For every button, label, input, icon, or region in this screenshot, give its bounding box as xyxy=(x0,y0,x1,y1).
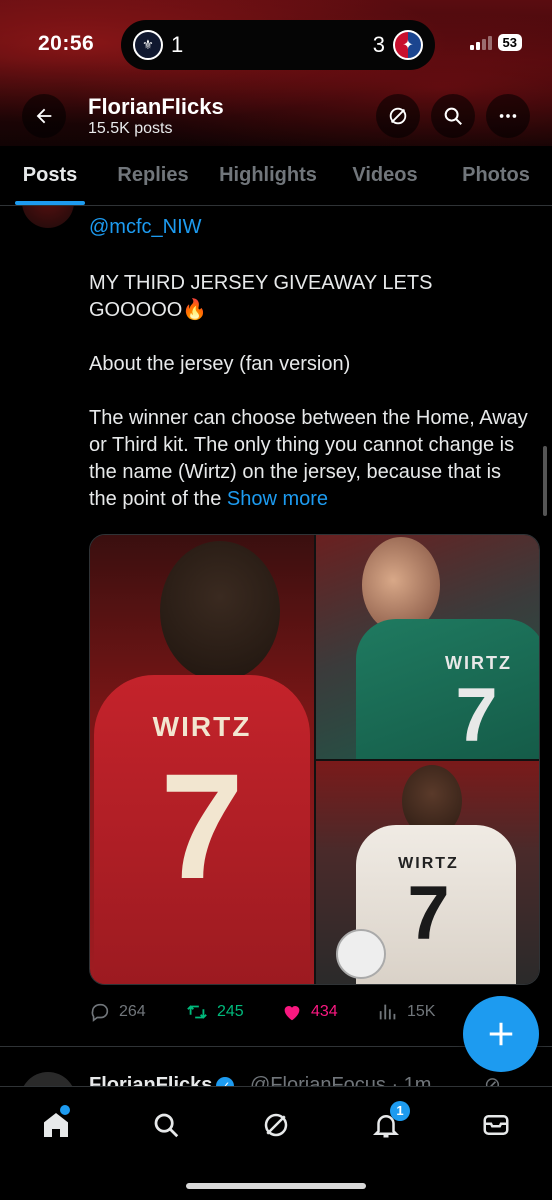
tab-posts[interactable]: Posts xyxy=(0,146,100,205)
reply-count: 264 xyxy=(119,1003,146,1020)
post-actions: 264 245 434 15K xyxy=(89,998,529,1026)
next-post-author[interactable]: FlorianFlicks ✓ xyxy=(89,1074,235,1086)
avatar[interactable] xyxy=(20,1072,76,1086)
views-bar-chart-icon xyxy=(379,1004,396,1020)
post-media-grid[interactable]: WIRTZ 7 WIRTZ 7 WIRTZ 7 xyxy=(89,534,540,985)
tab-photos[interactable]: Photos xyxy=(440,146,552,205)
nav-home[interactable] xyxy=(36,1105,76,1145)
search-button[interactable] xyxy=(431,94,475,138)
view-count: 15K xyxy=(407,1003,436,1020)
arrow-left-icon xyxy=(36,108,52,124)
notifications-badge: 1 xyxy=(390,1101,410,1121)
verified-badge-icon: ✓ xyxy=(216,1076,235,1086)
grok-icon[interactable]: ⊘ xyxy=(484,1072,501,1086)
status-bar: 20:56 ⚜ 1 3 ✦ 53 xyxy=(0,18,552,72)
profile-header-bar: FlorianFlicks 15.5K posts xyxy=(0,94,552,138)
like-count: 434 xyxy=(311,1003,338,1020)
status-time: 20:56 xyxy=(38,32,95,55)
search-icon xyxy=(444,107,462,125)
post-paragraph-truncated: The winner can choose between the Home, … xyxy=(89,405,529,513)
tab-replies[interactable]: Replies xyxy=(100,146,206,205)
reply-bubble-icon xyxy=(91,1003,109,1022)
home-indicator[interactable] xyxy=(186,1183,366,1189)
reply-button[interactable]: 264 xyxy=(89,1001,185,1023)
media-photo-third-kit[interactable]: WIRTZ 7 xyxy=(316,535,539,759)
battery-icon: 53 xyxy=(497,34,522,51)
nav-grok[interactable] xyxy=(256,1105,296,1145)
nav-notifications[interactable]: 1 xyxy=(366,1101,410,1145)
new-posts-dot xyxy=(60,1105,70,1115)
media-photo-away-kit[interactable]: WIRTZ 7 xyxy=(316,761,539,984)
grok-icon xyxy=(389,107,407,125)
tottenham-crest-icon: ⚜ xyxy=(133,30,163,60)
post-paragraph: About the jersey (fan version) xyxy=(89,353,351,375)
media-photo-home-kit[interactable]: WIRTZ 7 xyxy=(90,535,314,984)
repost-icon xyxy=(187,1005,207,1019)
profile-tabs: Posts Replies Highlights Videos Photos xyxy=(0,146,552,206)
repost-button[interactable]: 245 xyxy=(185,1001,281,1023)
views-button[interactable]: 15K xyxy=(377,1001,473,1023)
grok-button[interactable] xyxy=(376,94,420,138)
post-text: MY THIRD JERSEY GIVEAWAY LETS GOOOOO🔥 Ab… xyxy=(89,270,529,513)
crystal-palace-crest-icon: ✦ xyxy=(393,30,423,60)
tab-videos[interactable]: Videos xyxy=(330,146,440,205)
search-icon xyxy=(154,1113,179,1138)
heart-filled-icon xyxy=(284,1006,300,1021)
more-options-button[interactable] xyxy=(486,94,530,138)
home-team: ⚜ 1 xyxy=(133,30,183,60)
post-feed[interactable]: @mcfc_NIW MY THIRD JERSEY GIVEAWAY LETS … xyxy=(0,206,552,1086)
away-team: 3 ✦ xyxy=(373,30,423,60)
avatar[interactable] xyxy=(22,206,74,228)
jersey-number-text: 7 xyxy=(455,673,498,758)
back-button[interactable] xyxy=(22,94,66,138)
profile-name: FlorianFlicks xyxy=(88,94,224,119)
mention-link[interactable]: @mcfc_NIW xyxy=(89,216,202,239)
envelope-icon xyxy=(483,1115,509,1135)
like-button[interactable]: 434 xyxy=(281,1001,377,1023)
nav-messages[interactable] xyxy=(476,1105,516,1145)
bottom-navigation: 1 xyxy=(0,1086,552,1200)
more-dots-icon xyxy=(499,114,517,118)
tab-highlights[interactable]: Highlights xyxy=(206,146,330,205)
football-ball xyxy=(336,929,386,979)
compose-post-button[interactable] xyxy=(463,996,539,1072)
home-score: 1 xyxy=(171,32,184,57)
author-name: FlorianFlicks xyxy=(89,1074,213,1086)
plus-icon xyxy=(489,1022,513,1046)
post-paragraph: MY THIRD JERSEY GIVEAWAY LETS GOOOOO🔥 xyxy=(89,272,433,321)
jersey-name-text: WIRTZ xyxy=(152,711,252,742)
scrollbar[interactable] xyxy=(543,446,547,516)
nav-search[interactable] xyxy=(146,1105,186,1145)
repost-count: 245 xyxy=(217,1003,244,1020)
live-activity-score[interactable]: ⚜ 1 3 ✦ xyxy=(121,20,435,70)
cellular-signal-icon xyxy=(469,35,492,50)
next-post-handle: @FlorianFocus · 1m xyxy=(250,1074,432,1086)
system-icons: 53 xyxy=(469,34,522,51)
profile-post-count: 15.5K posts xyxy=(88,120,173,137)
show-more-link[interactable]: Show more xyxy=(227,488,328,510)
away-score: 3 xyxy=(372,32,385,57)
jersey-number-text: 7 xyxy=(160,742,244,910)
grok-icon xyxy=(264,1113,288,1137)
